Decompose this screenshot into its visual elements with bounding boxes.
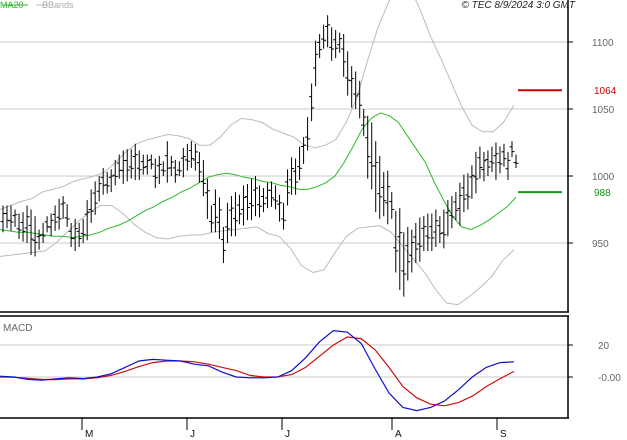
macd-tick-label: -0.00	[598, 373, 621, 384]
macd-gridlines	[0, 344, 568, 378]
macd-lines	[0, 329, 515, 412]
price-tick-label: 1000	[592, 172, 615, 183]
x-tick-label: M	[85, 429, 93, 440]
macd-tick-label: 20	[598, 341, 610, 352]
macd-axis-ticks: -0.00 20	[568, 341, 621, 384]
x-tick-label: S	[500, 429, 507, 440]
ma20-line	[0, 112, 517, 239]
level-label: 1064	[594, 86, 617, 97]
stock-chart: 950100010501100 1064988 MA20 BBands © TE…	[0, 0, 621, 440]
price-panel: 950 1000 1050 1100 1064 988 MA20 BBands © TE…	[0, 0, 617, 313]
price-tick-label: 1100	[592, 38, 614, 49]
level-label: 988	[594, 188, 611, 199]
x-tick-label: A	[395, 429, 402, 440]
bollinger-bands	[0, 0, 515, 306]
macd-signal-line	[0, 336, 515, 407]
price-tick-label: 950	[592, 239, 609, 250]
x-tick-label: J	[190, 429, 195, 440]
price-axis-ticks: 950 1000 1050 1100	[568, 38, 615, 250]
macd-line	[0, 329, 515, 412]
bbands-legend-label: BBands	[42, 0, 74, 10]
macd-title: MACD	[3, 323, 32, 334]
price-tick-label: 1050	[592, 105, 615, 116]
ma20-legend-label: MA20	[0, 0, 24, 10]
chart-header: © TEC 8/9/2024 3:0 GMT	[461, 0, 575, 11]
x-tick-label: J	[285, 429, 290, 440]
macd-panel: MACD -0.00 20	[0, 315, 621, 419]
ma20-series-line	[0, 112, 517, 239]
bb-upper-line	[0, 0, 515, 210]
x-axis: MJJAS	[81, 418, 507, 440]
